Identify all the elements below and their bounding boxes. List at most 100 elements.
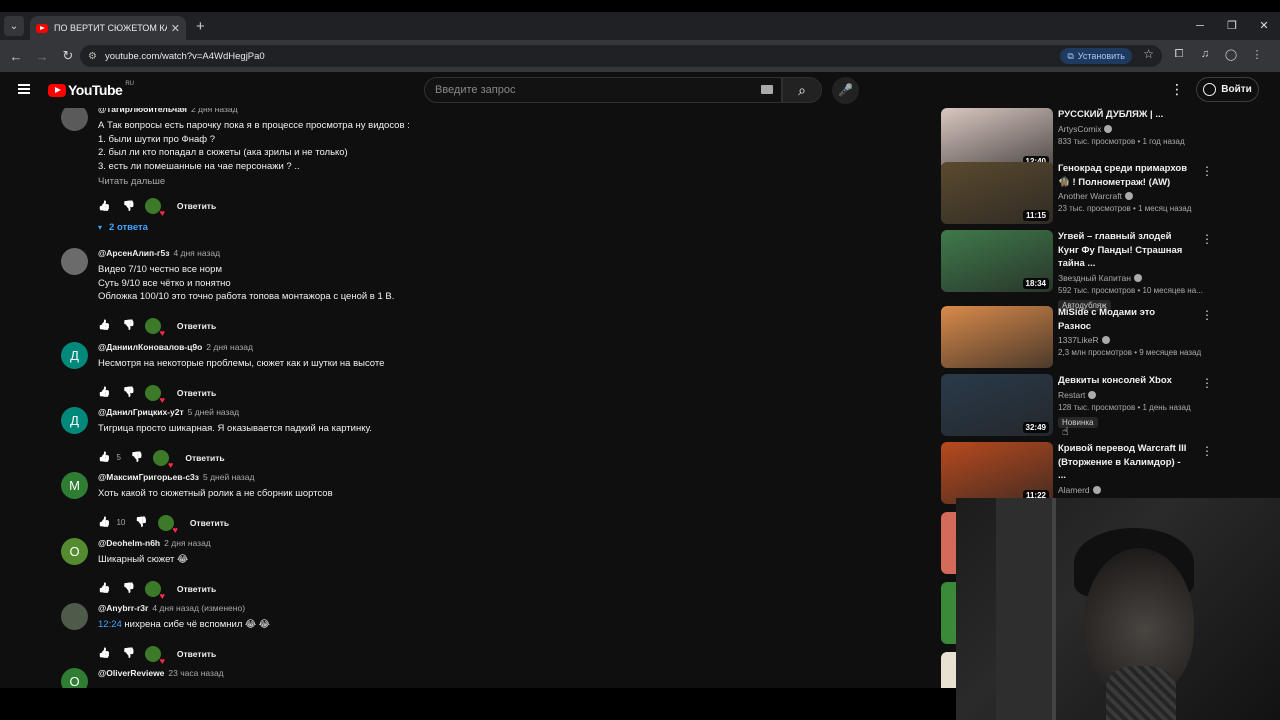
new-tab-button[interactable]: +	[196, 18, 205, 35]
maximize-button[interactable]: ❐	[1216, 12, 1248, 40]
video-thumbnail[interactable]: 11:22	[941, 442, 1053, 504]
search-button[interactable]: ⌕	[782, 77, 822, 103]
channel-name[interactable]: ArtysComix	[1058, 124, 1101, 134]
related-video-item[interactable]: 11:22 Кривой перевод Warcraft III (Вторже…	[941, 442, 1261, 507]
comment-author[interactable]: @ТагирЛюбительчая	[98, 108, 187, 114]
comment-avatar[interactable]: Д	[61, 407, 88, 434]
like-icon[interactable]: 👍	[98, 452, 110, 463]
like-icon[interactable]: 👍	[98, 648, 110, 659]
channel-name[interactable]: Restart	[1058, 390, 1085, 400]
reply-button[interactable]: Ответить	[185, 453, 224, 463]
channel-name[interactable]: 1337LikeR	[1058, 335, 1099, 345]
browser-menu-icon[interactable]: ⋮	[1250, 48, 1264, 61]
like-icon[interactable]: 👍	[98, 387, 110, 398]
install-app-button[interactable]: ⧉ Установить	[1060, 48, 1132, 64]
comment-author[interactable]: @ДанилГрицких-у2т	[98, 407, 184, 417]
tab-close-icon[interactable]: ✕	[171, 22, 180, 35]
comment-avatar[interactable]: М	[61, 472, 88, 499]
comment-author[interactable]: @Deohelm-n6h	[98, 538, 160, 548]
comment-time[interactable]: 23 часа назад	[168, 668, 223, 678]
comment-avatar[interactable]	[61, 603, 88, 630]
dislike-icon[interactable]: 👎	[122, 201, 134, 212]
site-info-icon[interactable]: ⚙	[88, 51, 97, 62]
profile-icon[interactable]: ◯	[1224, 48, 1238, 61]
related-video-item[interactable]: 32:49 Девкиты консолей Xbox Restart 128 тыс…	[941, 374, 1261, 436]
video-thumbnail-partial[interactable]	[941, 652, 956, 688]
reply-button[interactable]: Ответить	[177, 584, 216, 594]
video-thumbnail[interactable]: 32:49	[941, 374, 1053, 436]
video-options-kebab-icon[interactable]: ⋮	[1201, 308, 1213, 322]
forward-arrow-icon[interactable]: →	[30, 49, 54, 64]
dislike-icon[interactable]: 👎	[135, 517, 147, 528]
video-thumbnail[interactable]: 18:34	[941, 230, 1053, 292]
extensions-puzzle-icon[interactable]: ⧠	[1172, 48, 1186, 61]
like-icon[interactable]: 👍	[98, 320, 110, 331]
comment-time[interactable]: 5 дней назад	[203, 472, 255, 482]
comment-time[interactable]: 4 дня назад (изменено)	[152, 603, 245, 613]
comment-timestamp-link[interactable]: 12:24	[98, 619, 122, 630]
browser-tab-active[interactable]: ПО ВЕРТИТ СЮЖЕТОМ КАК ХО ✕	[30, 16, 186, 40]
reply-button[interactable]: Ответить	[177, 321, 216, 331]
hamburger-menu-icon[interactable]	[18, 84, 30, 94]
channel-name[interactable]: Alamerd	[1058, 485, 1090, 495]
video-title[interactable]: РУССКИЙ ДУБЛЯЖ | ...	[1058, 108, 1188, 122]
youtube-logo[interactable]: YouTube RU	[48, 81, 134, 98]
related-video-item[interactable]: MiSide с Модами это Разнос 1337LikeR 2,3 м…	[941, 306, 1261, 368]
channel-name[interactable]: Звездный Капитан	[1058, 273, 1131, 283]
video-thumbnail-partial[interactable]	[941, 582, 956, 644]
voice-search-mic-icon[interactable]: 🎤	[832, 77, 859, 104]
comment-author[interactable]: @ДаниилКоновалов-ц9о	[98, 342, 202, 352]
video-title[interactable]: MiSide с Модами это Разнос	[1058, 306, 1188, 333]
comment-author[interactable]: @OliverReviewe	[98, 668, 164, 678]
comment-author[interactable]: @МаксимГригорьев-с3з	[98, 472, 199, 482]
reply-button[interactable]: Ответить	[190, 518, 229, 528]
reload-icon[interactable]: ↻	[56, 48, 80, 64]
video-thumbnail[interactable]: 11:15	[941, 162, 1053, 224]
minimize-button[interactable]: ─	[1184, 12, 1216, 40]
related-video-item[interactable]: 11:15 Генокрад среди примархов 🧌 ! Полном…	[941, 162, 1261, 224]
comment-author[interactable]: @Anybrr-r3r	[98, 603, 148, 613]
address-bar[interactable]: ⚙ youtube.com/watch?v=A4WdHegjPa0 ⧉ Уста…	[80, 45, 1162, 67]
related-video-item[interactable]: 18:34 Угвей – главный злодей Кунг Фу Панд…	[941, 230, 1261, 311]
video-thumbnail-partial[interactable]	[941, 512, 956, 574]
video-title[interactable]: Кривой перевод Warcraft III (Вторжение в…	[1058, 442, 1188, 483]
comment-avatar[interactable]: О	[61, 668, 88, 688]
video-options-kebab-icon[interactable]: ⋮	[1201, 164, 1213, 178]
video-thumbnail[interactable]	[941, 306, 1053, 368]
tab-search-button[interactable]: ⌄	[4, 16, 24, 36]
dislike-icon[interactable]: 👎	[122, 320, 134, 331]
video-options-kebab-icon[interactable]: ⋮	[1201, 444, 1213, 458]
comment-time[interactable]: 2 дня назад	[191, 108, 238, 114]
comment-avatar[interactable]: Д	[61, 342, 88, 369]
comment-time[interactable]: 2 дня назад	[206, 342, 253, 352]
read-more-link[interactable]: Читать дальше	[98, 176, 410, 187]
dislike-icon[interactable]: 👎	[122, 387, 134, 398]
comment-time[interactable]: 2 дня назад	[164, 538, 211, 548]
comment-avatar[interactable]	[61, 108, 88, 131]
login-button[interactable]: Войти	[1196, 77, 1259, 102]
comment-time[interactable]: 5 дней назад	[188, 407, 240, 417]
video-thumbnail[interactable]: 12:40	[941, 108, 1053, 170]
comment-avatar[interactable]	[61, 248, 88, 275]
reply-button[interactable]: Ответить	[177, 649, 216, 659]
settings-kebab-icon[interactable]: ⋮	[1170, 81, 1184, 98]
video-title[interactable]: Генокрад среди примархов 🧌 ! Полнометраж…	[1058, 162, 1188, 189]
show-replies-button[interactable]: ▾ 2 ответа	[98, 222, 410, 233]
video-title[interactable]: Девкиты консолей Xbox	[1058, 374, 1188, 388]
media-controls-icon[interactable]: ♫	[1198, 48, 1212, 61]
comment-author[interactable]: @АрсенАлип-г5з	[98, 248, 169, 258]
dislike-icon[interactable]: 👎	[122, 648, 134, 659]
close-window-button[interactable]: ✕	[1248, 12, 1280, 40]
related-video-item[interactable]: 12:40 РУССКИЙ ДУБЛЯЖ | ... ArtysComix 833 т…	[941, 108, 1261, 170]
video-title[interactable]: Угвей – главный злодей Кунг Фу Панды! Ст…	[1058, 230, 1188, 271]
bookmark-star-icon[interactable]: ☆	[1143, 47, 1154, 61]
keyboard-icon[interactable]	[761, 85, 773, 94]
reply-button[interactable]: Ответить	[177, 201, 216, 211]
search-input[interactable]: Введите запрос	[424, 77, 782, 103]
back-arrow-icon[interactable]: ←	[4, 49, 28, 64]
comment-time[interactable]: 4 дня назад	[173, 248, 220, 258]
dislike-icon[interactable]: 👎	[131, 452, 143, 463]
reply-button[interactable]: Ответить	[177, 388, 216, 398]
like-icon[interactable]: 👍	[98, 583, 110, 594]
video-options-kebab-icon[interactable]: ⋮	[1201, 376, 1213, 390]
